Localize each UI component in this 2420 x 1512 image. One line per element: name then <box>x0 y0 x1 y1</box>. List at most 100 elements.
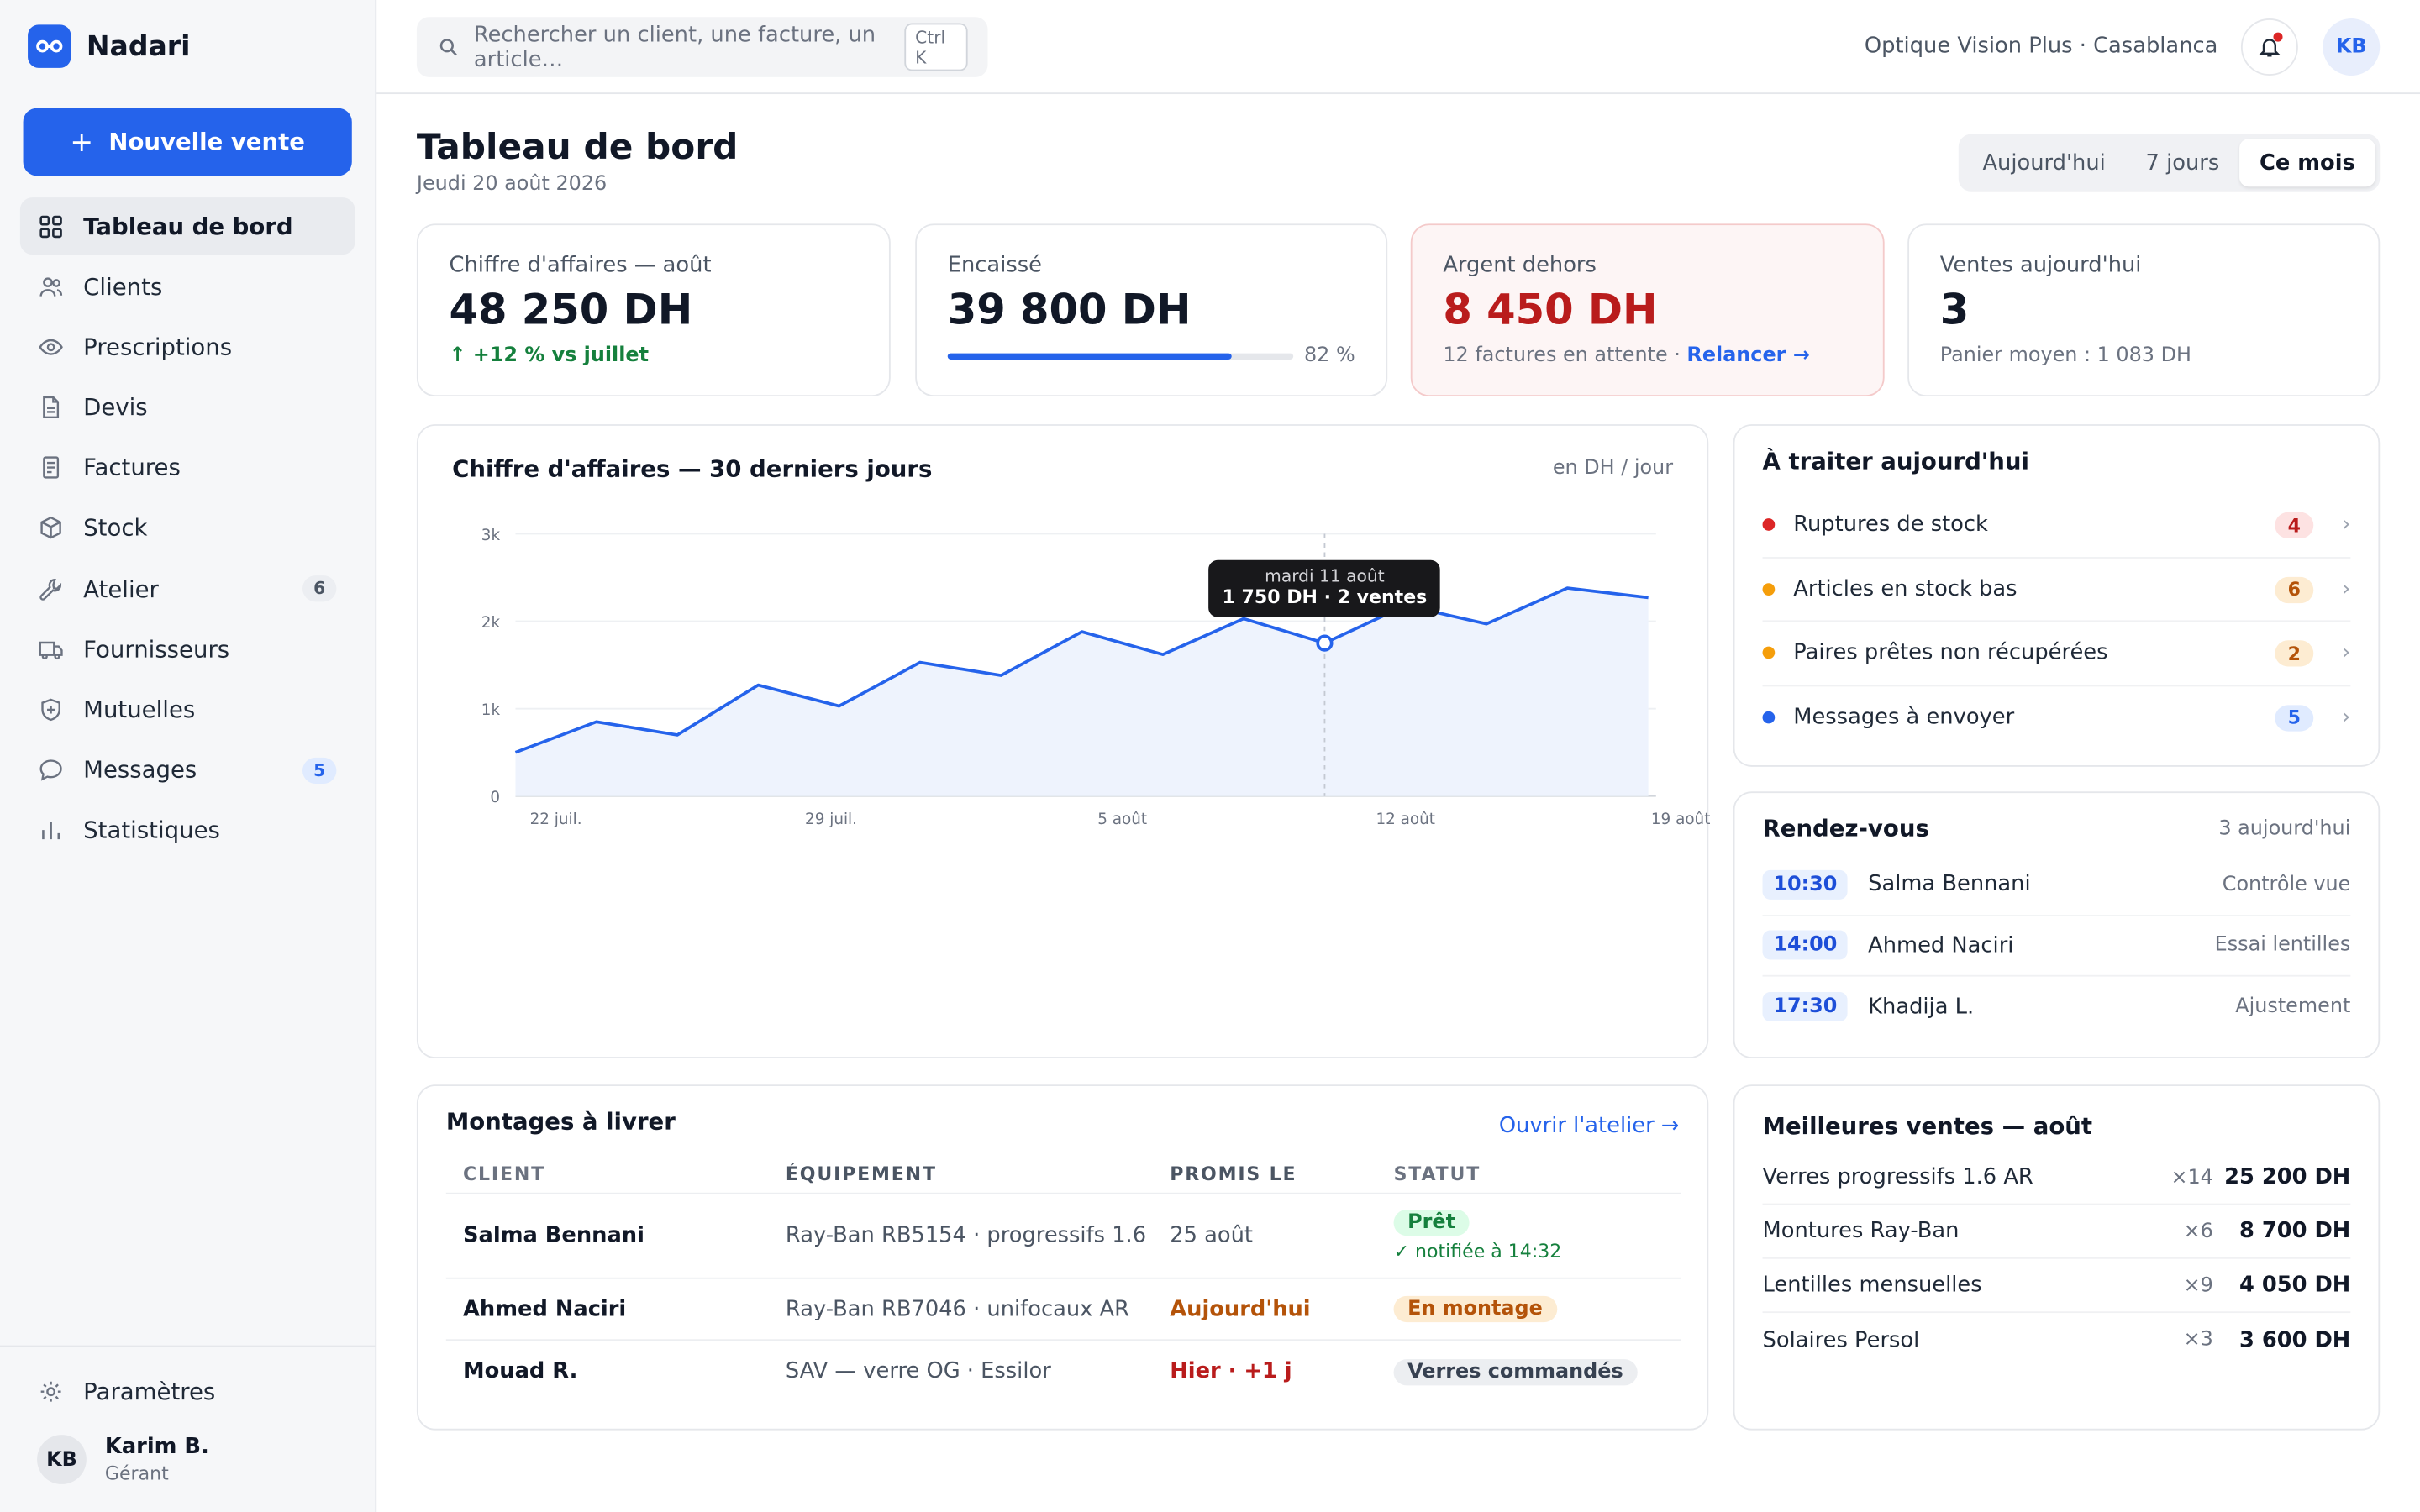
appointment-item[interactable]: 10:30 Salma Bennani Contrôle vue <box>1762 855 2351 916</box>
best-seller-item[interactable]: Verres progressifs 1.6 AR ×14 25 200 DH <box>1762 1151 2351 1205</box>
sidebar-item-messages[interactable]: Messages 5 <box>20 742 355 799</box>
appointment-type: Ajustement <box>2235 995 2351 1019</box>
column-header[interactable]: PROMIS LE <box>1170 1163 1393 1184</box>
chevron-right-icon: › <box>2342 640 2351 665</box>
chevron-right-icon: › <box>2342 704 2351 729</box>
todo-item[interactable]: Paires prêtes non récupérées 2 › <box>1762 622 2351 686</box>
x-tick-label: 19 août <box>1651 811 1710 828</box>
open-workshop-link[interactable]: Ouvrir l'atelier → <box>1499 1114 1679 1138</box>
topbar: Rechercher un client, une facture, un ar… <box>376 0 2420 95</box>
search-input[interactable]: Rechercher un client, une facture, un ar… <box>416 17 988 77</box>
column-header[interactable]: CLIENT <box>446 1163 786 1184</box>
sidebar-item-stock[interactable]: Stock <box>20 500 355 557</box>
table-row[interactable]: Ahmed Naciri Ray-Ban RB7046 · unifocaux … <box>445 1279 1681 1341</box>
column-header[interactable]: STATUT <box>1394 1163 1672 1184</box>
users-icon <box>39 276 63 297</box>
y-tick-label: 0 <box>490 789 500 806</box>
main-content: Rechercher un client, une facture, un ar… <box>376 0 2420 1512</box>
collected-percent: 82 % <box>1303 344 1355 368</box>
sidebar-item-fournisseurs[interactable]: Fournisseurs <box>20 621 355 678</box>
sidebar-item-label: Atelier <box>83 575 159 603</box>
period-7-days[interactable]: 7 jours <box>2126 139 2239 186</box>
sidebar-item-settings[interactable]: Paramètres <box>39 1378 215 1405</box>
sidebar-item-prescriptions[interactable]: Prescriptions <box>20 318 355 375</box>
best-sellers-title: Meilleures ventes — août <box>1762 1112 2093 1141</box>
todo-count-badge: 2 <box>2275 640 2314 667</box>
appointment-item[interactable]: 17:30 Khadija L. Ajustement <box>1762 977 2351 1038</box>
user-avatar-button[interactable]: KB <box>2323 18 2381 76</box>
todo-label: Ruptures de stock <box>1793 512 1988 538</box>
appointments-count: 3 aujourd'hui <box>2218 817 2351 842</box>
gear-icon <box>40 1381 61 1402</box>
new-sale-button[interactable]: + Nouvelle vente <box>23 108 352 176</box>
revenue-line-chart[interactable]: 0 1k 2k 3k 22 juil. 29 juil. 5 août 12 août 19 a… <box>418 426 1710 1060</box>
progress-fill <box>947 353 1232 360</box>
appointment-time: 10:30 <box>1762 869 1849 900</box>
status-badge: Prêt <box>1393 1209 1470 1236</box>
sidebar-item-devis[interactable]: Devis <box>20 379 355 436</box>
period-today[interactable]: Aujourd'hui <box>1963 139 2126 186</box>
kpi-collected-card: Encaissé 39 800 DH 82 % <box>915 223 1388 397</box>
user-avatar: KB <box>37 1435 87 1484</box>
sidebar-item-clients[interactable]: Clients <box>20 258 355 315</box>
appointments-list: 10:30 Salma Bennani Contrôle vue 14:00 Ahmed… <box>1762 855 2351 1038</box>
todo-label: Articles en stock bas <box>1793 576 2018 601</box>
notified-note: ✓ notifiée à 14:32 <box>1393 1240 1562 1263</box>
todo-item[interactable]: Ruptures de stock 4 › <box>1762 494 2351 558</box>
sidebar-item-label: Tableau de bord <box>83 212 293 240</box>
best-seller-item[interactable]: Montures Ray-Ban ×6 8 700 DH <box>1762 1205 2351 1259</box>
kpi-sales-today-card: Ventes aujourd'hui 3 Panier moyen : 1 08… <box>1907 223 2381 397</box>
client-cell: Ahmed Naciri <box>463 1296 627 1322</box>
product-quantity: ×14 <box>2170 1165 2213 1189</box>
kpi-value: 39 800 DH <box>947 286 1192 335</box>
sidebar: Nadari + Nouvelle vente Tableau de bord … <box>0 0 377 1512</box>
todo-list: Ruptures de stock 4 › Articles en stock bas… <box>1762 494 2351 750</box>
appointment-time: 14:00 <box>1762 931 1849 960</box>
eye-icon <box>39 339 63 355</box>
pending-invoices: 12 factures en attente · <box>1443 344 1687 368</box>
due-cell: Hier · +1 j <box>1170 1359 1292 1384</box>
best-seller-item[interactable]: Lentilles mensuelles ×9 4 050 DH <box>1762 1259 2351 1314</box>
sidebar-item-atelier[interactable]: Atelier 6 <box>20 560 355 617</box>
sidebar-item-label: Statistiques <box>83 816 220 845</box>
kpi-sub: Panier moyen : 1 083 DH <box>1939 344 2191 368</box>
brand[interactable]: Nadari <box>28 24 190 68</box>
product-amount: 4 050 DH <box>2238 1273 2351 1298</box>
appointment-time: 17:30 <box>1762 992 1849 1022</box>
status-dot <box>1762 711 1776 724</box>
remind-link[interactable]: Relancer → <box>1686 344 1809 368</box>
kpi-revenue-card: Chiffre d'affaires — août 48 250 DH ↑ +1… <box>416 223 891 397</box>
table-row[interactable]: Mouad R. SAV — verre OG · Essilor Hier ·… <box>446 1341 1681 1402</box>
search-placeholder: Rechercher un client, une facture, un ar… <box>473 22 876 72</box>
best-seller-item[interactable]: Solaires Persol ×3 3 600 DH <box>1763 1313 2351 1367</box>
todo-item[interactable]: Messages à envoyer 5 › <box>1762 685 2351 749</box>
sidebar-footer: Paramètres KB Karim B. Gérant <box>0 1345 376 1484</box>
deliveries-table: CLIENT ÉQUIPEMENT PROMIS LE STATUT Salma… <box>445 1154 1681 1403</box>
appointment-client: Khadija L. <box>1868 995 1975 1020</box>
notifications-button[interactable] <box>2240 18 2298 76</box>
status-dot <box>1762 518 1776 532</box>
sidebar-item-label: Prescriptions <box>83 333 233 361</box>
todo-label: Paires prêtes non récupérées <box>1793 640 2108 666</box>
status-dot <box>1762 647 1776 659</box>
sidebar-item-label: Devis <box>83 393 148 422</box>
shop-name[interactable]: Optique Vision Plus · Casablanca <box>1865 34 2217 58</box>
user-menu[interactable]: KB Karim B. Gérant <box>37 1435 209 1484</box>
sidebar-nav: Tableau de bord Clients Prescriptions De… <box>19 197 355 863</box>
status-cell: En montage <box>1393 1295 1672 1323</box>
best-sellers-list: Verres progressifs 1.6 AR ×14 25 200 DH Mon… <box>1762 1151 2351 1367</box>
column-header[interactable]: ÉQUIPEMENT <box>786 1163 1170 1184</box>
plus-icon: + <box>70 125 94 159</box>
status-badge: En montage <box>1393 1295 1557 1323</box>
period-this-month[interactable]: Ce mois <box>2239 139 2375 187</box>
appointment-item[interactable]: 14:00 Ahmed Naciri Essai lentilles <box>1762 916 2351 977</box>
area-fill <box>515 588 1649 796</box>
product-amount: 25 200 DH <box>2224 1164 2351 1190</box>
sidebar-item-factures[interactable]: Factures <box>20 439 355 496</box>
table-row[interactable]: Salma Bennani Ray-Ban RB5154 · progressi… <box>445 1194 1681 1279</box>
sidebar-item-statistiques[interactable]: Statistiques <box>20 802 355 859</box>
status-badge: Verres commandés <box>1393 1358 1638 1385</box>
sidebar-item-mutuelles[interactable]: Mutuelles <box>20 681 355 738</box>
sidebar-item-dashboard[interactable]: Tableau de bord <box>19 197 355 255</box>
todo-item[interactable]: Articles en stock bas 6 › <box>1762 558 2351 622</box>
